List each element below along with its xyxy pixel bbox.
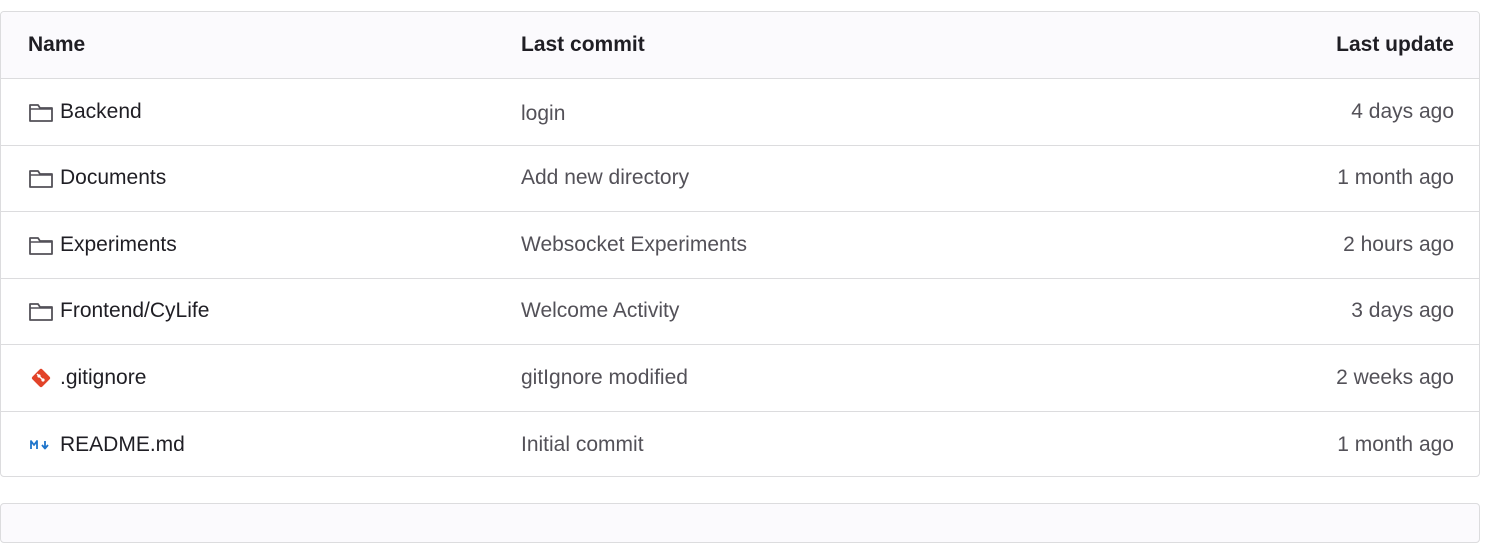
file-name: .gitignore <box>60 365 147 389</box>
table-row: Documents Add new directory 1 month ago <box>1 146 1479 212</box>
file-link[interactable]: Experiments <box>28 233 177 257</box>
file-name: Backend <box>60 99 142 123</box>
git-icon <box>28 367 54 389</box>
folder-icon <box>28 101 54 123</box>
table-row: README.md Initial commit 1 month ago <box>1 412 1479 477</box>
last-update-time: 2 weeks ago <box>1336 365 1454 389</box>
file-table: Name Last commit Last update Backend log… <box>0 11 1480 477</box>
last-update-time: 1 month ago <box>1337 166 1454 190</box>
file-name: Documents <box>60 166 167 190</box>
file-name: Experiments <box>60 232 177 256</box>
file-link[interactable]: Backend <box>28 100 142 124</box>
commit-message-link[interactable]: Initial commit <box>521 433 644 457</box>
commit-message-link[interactable]: login <box>521 102 565 126</box>
file-link[interactable]: .gitignore <box>28 366 146 390</box>
table-row: Backend login 4 days ago <box>1 79 1479 146</box>
folder-icon <box>28 300 54 322</box>
header-last-update: Last update <box>1336 33 1454 56</box>
markdown-icon <box>28 434 54 456</box>
folder-icon <box>28 234 54 256</box>
file-name: README.md <box>60 432 185 456</box>
file-link[interactable]: README.md <box>28 433 185 457</box>
table-header: Name Last commit Last update <box>1 12 1479 79</box>
last-update-time: 1 month ago <box>1337 432 1454 456</box>
table-row: Experiments Websocket Experiments 2 hour… <box>1 212 1479 279</box>
file-link[interactable]: Frontend/CyLife <box>28 299 209 323</box>
header-last-commit: Last commit <box>521 33 645 56</box>
last-update-time: 4 days ago <box>1351 99 1454 123</box>
table-row: .gitignore gitIgnore modified 2 weeks ag… <box>1 345 1479 412</box>
file-link[interactable]: Documents <box>28 166 166 190</box>
commit-message-link[interactable]: Add new directory <box>521 166 689 190</box>
readme-panel <box>0 503 1480 543</box>
folder-icon <box>28 167 54 189</box>
table-row: Frontend/CyLife Welcome Activity 3 days … <box>1 279 1479 345</box>
commit-message-link[interactable]: Welcome Activity <box>521 299 679 323</box>
header-name: Name <box>28 33 86 56</box>
commit-message-link[interactable]: Websocket Experiments <box>521 233 747 257</box>
file-name: Frontend/CyLife <box>60 299 210 323</box>
last-update-time: 3 days ago <box>1351 299 1454 323</box>
last-update-time: 2 hours ago <box>1343 232 1454 256</box>
commit-message-link[interactable]: gitIgnore modified <box>521 366 688 390</box>
